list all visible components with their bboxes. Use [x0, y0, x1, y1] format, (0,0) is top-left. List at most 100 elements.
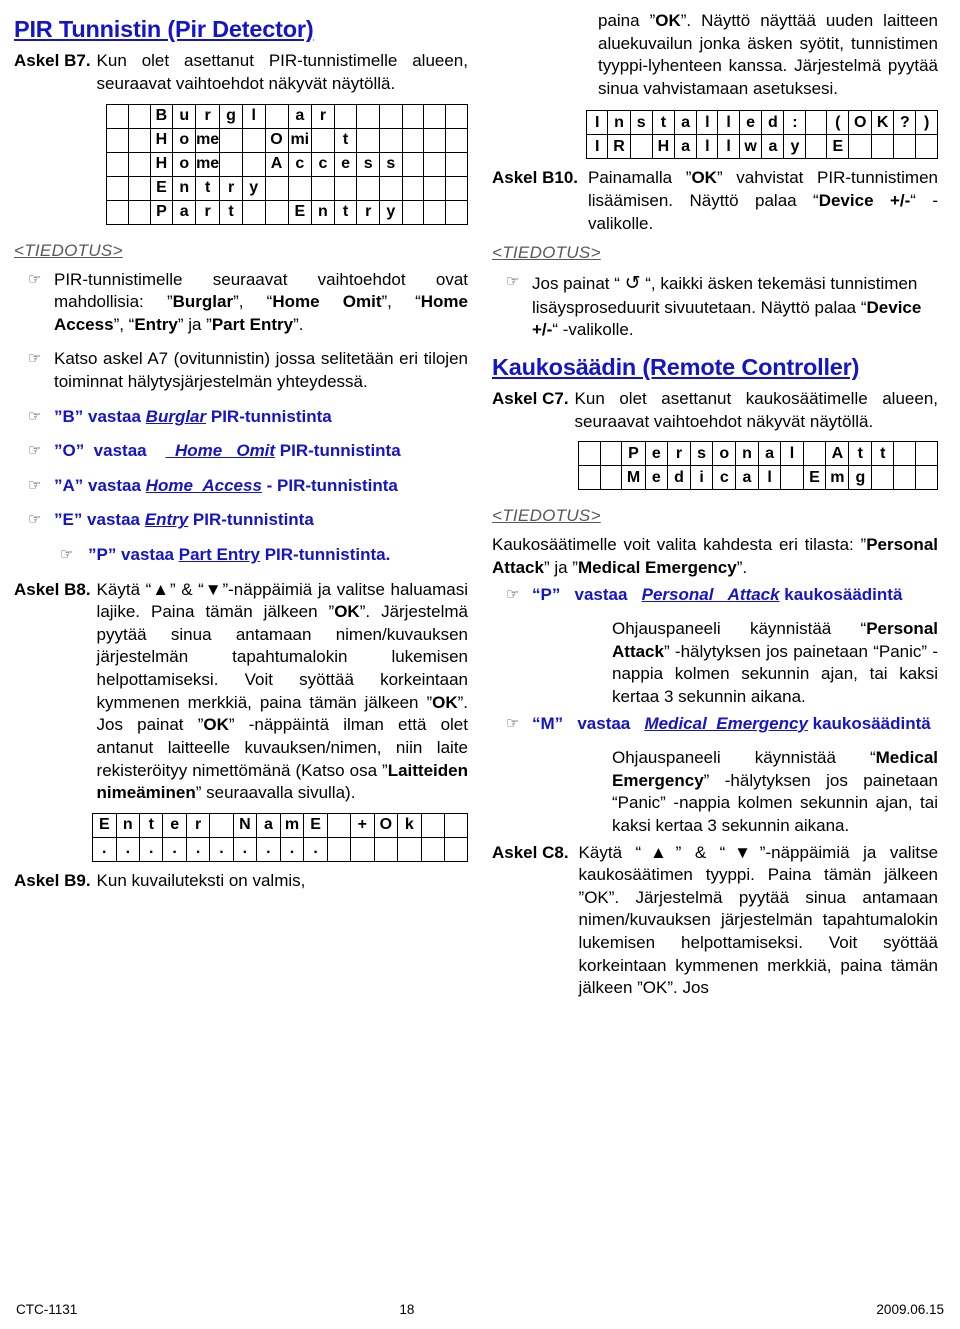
lcd-cell: E [287, 199, 313, 225]
lcd-cell [379, 127, 403, 153]
lcd-row: Ho me Omi t [106, 127, 468, 153]
lcd-cell: . [209, 836, 234, 862]
footer-page-number: 18 [399, 1302, 415, 1317]
lcd-cell: r [356, 199, 381, 225]
lcd-cell [127, 175, 151, 201]
lcd-cell: + [350, 812, 375, 838]
lcd-cell [219, 127, 243, 153]
lcd-cell: M [621, 465, 646, 491]
page-title-remote: Kaukosäädin (Remote Controller) [492, 353, 860, 380]
step-b9: Askel B9. Kun kuvailuteksti on valmis, [14, 870, 468, 893]
lcd-cell [241, 199, 266, 225]
lcd-cell [423, 199, 447, 225]
lcd-cell: a [757, 441, 782, 467]
lcd-cell [915, 465, 938, 491]
lcd-cell: d [667, 465, 691, 491]
lcd-cell: a [172, 199, 197, 225]
step-b8: Askel B8. Käytä “▲” & “▼”-näppäimiä ja v… [14, 579, 468, 805]
lcd-cell: I [585, 134, 609, 160]
pointing-hand-icon: ☞ [506, 714, 520, 732]
mapping-b-text: ”B” vastaa Burglar PIR-tunnistinta [54, 406, 332, 426]
lcd-cell [629, 134, 653, 160]
lcd-cell [379, 103, 403, 129]
lcd-cell [219, 151, 243, 177]
lcd-cell: g [848, 465, 873, 491]
lcd-cell: r [185, 812, 211, 838]
lcd-row: Ho me Ac c e s s [106, 151, 468, 177]
lcd-cell [350, 836, 375, 862]
step-c7-text: Kun olet asettanut kaukosäätimelle aluee… [574, 389, 938, 431]
lcd-cell: . [185, 836, 211, 862]
lcd-cell [420, 812, 445, 838]
lcd-cell: e [644, 465, 669, 491]
lcd-cell: e [644, 441, 669, 467]
lcd-cell: r [667, 441, 691, 467]
lcd-row: Burglar [106, 103, 468, 129]
lcd-b8-wrap: En t e r Na m E + Ok.......... [14, 807, 469, 870]
lcd-cell: a [287, 103, 313, 129]
mapping-m-remote-text: “M” vastaa Medical Emergency kaukosäädin… [532, 713, 931, 733]
lcd-cell [423, 127, 447, 153]
lcd-cell: e [162, 812, 187, 838]
lcd-cell [209, 812, 234, 838]
lcd-cell: H [149, 127, 174, 153]
lcd-cell: . [92, 836, 117, 862]
lcd-cell [893, 465, 917, 491]
lcd-cell: k [397, 812, 422, 838]
lcd-cell [264, 199, 289, 225]
lcd-cell: E [802, 465, 827, 491]
lcd-cell [373, 836, 399, 862]
lcd-cell: mi [287, 127, 313, 153]
lcd-cell: . [279, 836, 305, 862]
up-arrow-icon: ▲ [151, 579, 170, 599]
lcd-cell [311, 175, 335, 201]
lcd-cell [401, 103, 425, 129]
lcd-cell [445, 199, 468, 225]
step-b9-label: Askel B9. [14, 870, 91, 890]
mapping-p-remote: ☞ “P” vastaa Personal Attack kaukosäädin… [492, 584, 938, 607]
step-b8-text: Käytä “▲” & “▼”-näppäimiä ja valitse hal… [96, 579, 469, 803]
lcd-cell: r [219, 175, 243, 201]
lcd-cell [326, 812, 352, 838]
lcd-cell [311, 127, 335, 153]
lcd-cell [106, 151, 129, 177]
lcd-cell [805, 110, 828, 136]
lcd-cell: t [139, 812, 164, 838]
tiedotus-label-3: <TIEDOTUS> [492, 506, 601, 526]
lcd-cell: t [333, 127, 358, 153]
lcd-row: En t e r Na m E + Ok [92, 812, 469, 838]
lcd-cell [264, 175, 289, 201]
lcd-cell: t [651, 110, 676, 136]
lcd-cell: t [219, 199, 243, 225]
lcd-row: PersonalAtt [578, 441, 938, 467]
lcd-cell [915, 134, 938, 160]
left-column: PIR Tunnistin (Pir Detector) Askel B7. K… [14, 10, 478, 1272]
lcd-cell: m [279, 812, 305, 838]
pointing-hand-icon: ☞ [506, 585, 520, 603]
lcd-cell: l [717, 134, 740, 160]
lcd-cell [127, 103, 151, 129]
down-arrow-icon: ▼ [725, 842, 760, 862]
lcd-cell: B [149, 103, 174, 129]
lcd-cell [893, 134, 917, 160]
lcd-cell [578, 465, 601, 491]
remote-intro: Kaukosäätimelle voit valita kahdesta eri… [492, 535, 938, 577]
step-c8-text: Käytä “▲” & “▼”-näppäimiä ja valitse kau… [578, 842, 939, 998]
step-b10-text: Painamalla ”OK” vahvistat PIR-tunnistime… [588, 168, 939, 233]
pointing-hand-icon: ☞ [28, 270, 42, 288]
lcd-cell: r [195, 199, 221, 225]
lcd-cell [893, 441, 917, 467]
page-footer: CTC-1131 18 2009.06.15 [0, 1302, 960, 1317]
mapping-o: ☞ ”O” vastaa Home Omit PIR-tunnistinta [14, 440, 468, 463]
mapping-a-text: ”A” vastaa Home Access - PIR-tunnistinta [54, 475, 398, 495]
lcd-cell: n [311, 199, 335, 225]
lcd-row: PartEntry [106, 199, 468, 225]
lcd-cell [445, 151, 468, 177]
step-c7: Askel C7. Kun olet asettanut kaukosäätim… [492, 388, 938, 433]
tiedotus-label-2: <TIEDOTUS> [492, 243, 601, 263]
lcd-row: IRHallwayE [585, 134, 938, 160]
lcd-cell [780, 465, 804, 491]
lcd-cell: ( [826, 110, 850, 136]
return-arrow-icon: ↺ [624, 272, 641, 295]
lcd-cell: r [311, 103, 335, 129]
